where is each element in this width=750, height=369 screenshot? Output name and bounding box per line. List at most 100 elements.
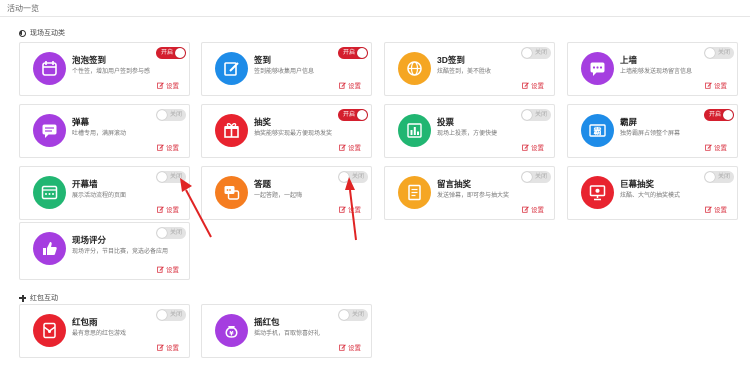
money-bag-icon: ¥ bbox=[215, 314, 248, 347]
svg-text:霸: 霸 bbox=[594, 126, 602, 136]
enable-toggle[interactable]: 开启 bbox=[704, 109, 734, 121]
activity-card[interactable]: 投票 现场上投票，方便快捷 关闭 设置 bbox=[384, 104, 555, 158]
toggle-label: 关闭 bbox=[717, 50, 730, 56]
enable-toggle[interactable]: 关闭 bbox=[338, 309, 368, 321]
enable-toggle[interactable]: 关闭 bbox=[521, 171, 551, 183]
enable-toggle[interactable]: 开启 bbox=[156, 47, 186, 59]
toggle-knob bbox=[705, 48, 715, 58]
activity-card[interactable]: 抽奖 抽奖能够实现最方便现场发奖 开启 设置 bbox=[201, 104, 372, 158]
enable-toggle[interactable]: 关闭 bbox=[156, 309, 186, 321]
activity-card[interactable]: 泡泡签到 个性签，增加用户签到参与感 开启 设置 bbox=[19, 42, 190, 96]
edit-pencil-icon bbox=[157, 266, 164, 273]
card-description: 一起答题，一起嗨 bbox=[254, 193, 303, 199]
activity-card[interactable]: 3D签到 炫酷签到，美不胜收 关闭 设置 bbox=[384, 42, 555, 96]
toggle-label: 关闭 bbox=[169, 174, 182, 180]
settings-link[interactable]: 设置 bbox=[339, 204, 361, 214]
enable-toggle[interactable]: 关闭 bbox=[338, 171, 368, 183]
edit-pencil-icon bbox=[705, 206, 712, 213]
settings-link[interactable]: 设置 bbox=[157, 264, 179, 274]
edit-pencil-icon bbox=[339, 344, 346, 351]
toggle-knob bbox=[357, 110, 367, 120]
settings-link[interactable]: 设置 bbox=[157, 342, 179, 352]
edit-pencil-icon bbox=[522, 144, 529, 151]
enable-toggle[interactable]: 关闭 bbox=[521, 47, 551, 59]
card-title: 弹幕 bbox=[72, 117, 90, 127]
settings-link[interactable]: 设置 bbox=[339, 342, 361, 352]
window-icon bbox=[33, 176, 66, 209]
toggle-knob bbox=[157, 228, 167, 238]
toggle-knob bbox=[522, 110, 532, 120]
enable-toggle[interactable]: 关闭 bbox=[156, 171, 186, 183]
page-title: 活动一览 bbox=[7, 4, 39, 13]
edit-pencil-icon bbox=[157, 206, 164, 213]
activity-card[interactable]: 弹幕吐槽专用，满屏滚动 关闭设置 bbox=[19, 104, 190, 158]
note-icon bbox=[398, 176, 431, 209]
enable-toggle[interactable]: 关闭 bbox=[156, 109, 186, 121]
card-description: 炫酷、大气的抽奖模式 bbox=[620, 193, 681, 199]
quiz-icon bbox=[215, 176, 248, 209]
activity-card[interactable]: ¥ 摇红包 摇动手机，百取惊喜好礼 关闭 设置 bbox=[201, 304, 372, 358]
toggle-knob bbox=[522, 48, 532, 58]
screen-icon: 霸 bbox=[581, 114, 614, 147]
activity-card[interactable]: 巨幕抽奖 炫酷、大气的抽奖模式 关闭 设置 bbox=[567, 166, 738, 220]
card-title: 留言抽奖 bbox=[437, 179, 472, 189]
activity-card[interactable]: 留言抽奖 发送弹幕，即可参与抽大奖 关闭 设置 bbox=[384, 166, 555, 220]
settings-link[interactable]: 设置 bbox=[522, 142, 544, 152]
activity-card[interactable]: 现场评分 现场评分，节目比赛，竞选必备应用 关闭 设置 bbox=[19, 222, 190, 280]
settings-label: 设置 bbox=[166, 145, 179, 152]
settings-label: 设置 bbox=[348, 145, 361, 152]
edit-pencil-icon bbox=[522, 206, 529, 213]
settings-link[interactable]: 设置 bbox=[705, 204, 727, 214]
edit-pencil-icon bbox=[522, 82, 529, 89]
enable-toggle[interactable]: 关闭 bbox=[704, 171, 734, 183]
settings-link[interactable]: 设置 bbox=[705, 142, 727, 152]
settings-link[interactable]: 设置 bbox=[339, 80, 361, 90]
activity-card[interactable]: 开幕墙 展示活动流程的页面 关闭 设置 bbox=[19, 166, 190, 220]
toggle-label: 关闭 bbox=[717, 174, 730, 180]
settings-label: 设置 bbox=[531, 145, 544, 152]
card-description: 现场评分，节目比赛，竞选必备应用 bbox=[72, 249, 169, 255]
enable-toggle[interactable]: 关闭 bbox=[704, 47, 734, 59]
toggle-knob bbox=[157, 110, 167, 120]
settings-label: 设置 bbox=[531, 83, 544, 90]
settings-link[interactable]: 设置 bbox=[157, 204, 179, 214]
activity-card[interactable]: 签到签到能够收集用户信息 开启设置 bbox=[201, 42, 372, 96]
toggle-knob bbox=[339, 172, 349, 182]
card-description: 炫酷签到，美不胜收 bbox=[437, 69, 492, 75]
settings-label: 设置 bbox=[531, 207, 544, 214]
half-circle-icon bbox=[19, 29, 26, 37]
enable-toggle[interactable]: 关闭 bbox=[156, 227, 186, 239]
activity-card[interactable]: 答题 一起答题，一起嗨 关闭 设置 bbox=[201, 166, 372, 220]
edit-pencil-icon bbox=[157, 82, 164, 89]
globe-icon bbox=[398, 52, 431, 85]
activity-card[interactable]: 上墙 上墙能够发送现场留言信息 关闭 设置 bbox=[567, 42, 738, 96]
settings-link[interactable]: 设置 bbox=[339, 142, 361, 152]
card-title: 红包雨 bbox=[72, 317, 98, 327]
settings-link[interactable]: 设置 bbox=[157, 80, 179, 90]
red-envelope-icon bbox=[33, 314, 66, 347]
toggle-label: 开启 bbox=[161, 50, 174, 56]
enable-toggle[interactable]: 开启 bbox=[338, 47, 368, 59]
settings-link[interactable]: 设置 bbox=[522, 204, 544, 214]
settings-label: 设置 bbox=[714, 207, 727, 214]
toggle-knob bbox=[339, 310, 349, 320]
settings-link[interactable]: 设置 bbox=[522, 80, 544, 90]
card-description: 签到能够收集用户信息 bbox=[254, 69, 315, 75]
activity-card[interactable]: 霸 霸屏 独势霸屏占领整个屏幕 开启 设置 bbox=[567, 104, 738, 158]
enable-toggle[interactable]: 开启 bbox=[338, 109, 368, 121]
settings-label: 设置 bbox=[714, 83, 727, 90]
activity-card[interactable]: 红包雨最有意思的红包游戏 关闭设置 bbox=[19, 304, 190, 358]
edit-icon bbox=[215, 52, 248, 85]
message-icon bbox=[33, 114, 66, 147]
card-title: 签到 bbox=[254, 55, 272, 65]
settings-link[interactable]: 设置 bbox=[705, 80, 727, 90]
toggle-label: 关闭 bbox=[534, 174, 547, 180]
settings-link[interactable]: 设置 bbox=[157, 142, 179, 152]
card-description: 上墙能够发送现场留言信息 bbox=[620, 69, 693, 75]
enable-toggle[interactable]: 关闭 bbox=[521, 109, 551, 121]
plus-icon bbox=[19, 294, 26, 302]
section-title: 红包互动 bbox=[30, 295, 58, 302]
card-description: 最有意思的红包游戏 bbox=[72, 331, 127, 337]
top-bar: 活动一览 bbox=[0, 0, 750, 17]
card-description: 吐槽专用，满屏滚动 bbox=[72, 131, 127, 137]
